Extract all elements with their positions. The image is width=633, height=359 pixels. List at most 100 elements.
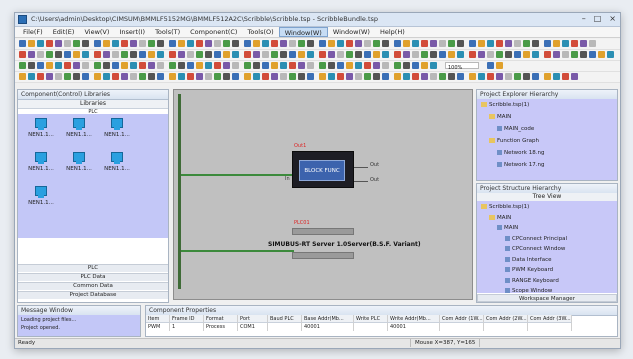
toolbar-button-icon[interactable] xyxy=(214,40,221,47)
toolbar-button-icon[interactable] xyxy=(232,62,239,69)
toolbar-button-icon[interactable] xyxy=(373,73,380,80)
toolbar-button-icon[interactable] xyxy=(496,73,503,80)
toolbar-button-icon[interactable] xyxy=(346,73,353,80)
toolbar-button-icon[interactable] xyxy=(496,40,503,47)
toolbar-button-icon[interactable] xyxy=(178,51,185,58)
toolbar-button-icon[interactable] xyxy=(55,73,62,80)
toolbar-button-icon[interactable] xyxy=(487,62,494,69)
toolbar-button-icon[interactable] xyxy=(373,62,380,69)
toolbar-button-icon[interactable] xyxy=(196,73,203,80)
component-item[interactable]: NEN1.1... xyxy=(24,118,58,138)
toolbar-button-icon[interactable] xyxy=(148,51,155,58)
toolbar-button-icon[interactable] xyxy=(271,62,278,69)
toolbar-button-icon[interactable] xyxy=(487,51,494,58)
toolbar-button-icon[interactable] xyxy=(355,40,362,47)
component-item[interactable]: NEN1.1... xyxy=(24,186,58,206)
toolbar-button-icon[interactable] xyxy=(373,40,380,47)
function-block[interactable]: BLOCK FUNC xyxy=(292,151,354,188)
toolbar-button-icon[interactable] xyxy=(469,73,476,80)
toolbar-button-icon[interactable] xyxy=(244,40,251,47)
component-item[interactable]: NEN1.1... xyxy=(100,152,134,172)
toolbar-button-icon[interactable] xyxy=(532,40,539,47)
toolbar-button-icon[interactable] xyxy=(412,40,419,47)
toolbar-button-icon[interactable] xyxy=(28,51,35,58)
menu-item[interactable]: Window(W) xyxy=(278,27,328,37)
column-header[interactable]: Format xyxy=(204,315,238,323)
toolbar-button-icon[interactable] xyxy=(169,73,176,80)
toolbar-button-icon[interactable] xyxy=(544,73,551,80)
toolbar-button-icon[interactable] xyxy=(298,62,305,69)
toolbar-button-icon[interactable] xyxy=(112,51,119,58)
toolbar-button-icon[interactable] xyxy=(196,51,203,58)
menu-item[interactable]: Window(W) xyxy=(328,27,375,37)
toolbar-button-icon[interactable] xyxy=(103,62,110,69)
toolbar-button-icon[interactable] xyxy=(328,73,335,80)
toolbar-button-icon[interactable] xyxy=(394,73,401,80)
column-header[interactable]: Com Addr (1W... xyxy=(440,315,484,323)
toolbar-button-icon[interactable] xyxy=(253,40,260,47)
toolbar-button-icon[interactable] xyxy=(64,62,71,69)
toolbar-button-icon[interactable] xyxy=(205,73,212,80)
tree-item[interactable]: Scribble.tsp(1) xyxy=(481,102,529,108)
toolbar-button-icon[interactable] xyxy=(412,51,419,58)
toolbar-button-icon[interactable] xyxy=(280,62,287,69)
toolbar-button-icon[interactable] xyxy=(232,51,239,58)
toolbar-button-icon[interactable] xyxy=(532,73,539,80)
toolbar-button-icon[interactable] xyxy=(580,40,587,47)
table-cell[interactable] xyxy=(354,323,388,331)
toolbar-button-icon[interactable] xyxy=(94,40,101,47)
toolbar-button-icon[interactable] xyxy=(307,51,314,58)
toolbar-button-icon[interactable] xyxy=(364,73,371,80)
table-cell[interactable]: PWM xyxy=(146,323,170,331)
toolbar-button-icon[interactable] xyxy=(280,40,287,47)
toolbar-button-icon[interactable] xyxy=(430,51,437,58)
toolbar-button-icon[interactable] xyxy=(187,62,194,69)
toolbar-button-icon[interactable] xyxy=(223,40,230,47)
menu-item[interactable]: Tools(T) xyxy=(150,27,185,37)
toolbar-button-icon[interactable] xyxy=(130,40,137,47)
toolbar-button-icon[interactable] xyxy=(130,73,137,80)
toolbar-button-icon[interactable] xyxy=(94,73,101,80)
toolbar-button-icon[interactable] xyxy=(562,73,569,80)
toolbar-button-icon[interactable] xyxy=(307,62,314,69)
column-header[interactable]: Com Addr (3W... xyxy=(528,315,572,323)
tree-item[interactable]: Data Interface xyxy=(505,256,552,263)
toolbar-button-icon[interactable] xyxy=(514,73,521,80)
toolbar-button-icon[interactable] xyxy=(328,40,335,47)
toolbar-button-icon[interactable] xyxy=(337,73,344,80)
toolbar-button-icon[interactable] xyxy=(223,73,230,80)
toolbar-button-icon[interactable] xyxy=(496,51,503,58)
toolbar-button-icon[interactable] xyxy=(205,62,212,69)
toolbar-button-icon[interactable] xyxy=(553,73,560,80)
toolbar-button-icon[interactable] xyxy=(328,51,335,58)
toolbar-button-icon[interactable] xyxy=(355,73,362,80)
toolbar-button-icon[interactable] xyxy=(94,51,101,58)
toolbar-button-icon[interactable] xyxy=(421,51,428,58)
toolbar-button-icon[interactable] xyxy=(262,62,269,69)
toolbar-button-icon[interactable] xyxy=(421,40,428,47)
table-cell[interactable] xyxy=(268,323,302,331)
toolbar-button-icon[interactable] xyxy=(46,73,53,80)
minimize-icon[interactable]: – xyxy=(582,14,586,23)
toolbar-button-icon[interactable] xyxy=(382,62,389,69)
toolbar-button-icon[interactable] xyxy=(562,51,569,58)
toolbar-button-icon[interactable] xyxy=(103,73,110,80)
toolbar-button-icon[interactable] xyxy=(403,62,410,69)
toolbar-button-icon[interactable] xyxy=(121,51,128,58)
toolbar-button-icon[interactable] xyxy=(394,51,401,58)
toolbar-button-icon[interactable] xyxy=(139,73,146,80)
toolbar-button-icon[interactable] xyxy=(421,62,428,69)
toolbar-button-icon[interactable] xyxy=(562,40,569,47)
toolbar-button-icon[interactable] xyxy=(469,51,476,58)
toolbar-button-icon[interactable] xyxy=(157,73,164,80)
toolbar-button-icon[interactable] xyxy=(55,62,62,69)
toolbar-button-icon[interactable] xyxy=(196,40,203,47)
toolbar-button-icon[interactable] xyxy=(598,51,605,58)
toolbar-button-icon[interactable] xyxy=(262,51,269,58)
toolbar-button-icon[interactable] xyxy=(46,40,53,47)
toolbar-button-icon[interactable] xyxy=(298,40,305,47)
toolbar-button-icon[interactable] xyxy=(487,73,494,80)
toolbar-button-icon[interactable] xyxy=(514,51,521,58)
toolbar-button-icon[interactable] xyxy=(253,73,260,80)
toolbar-button-icon[interactable] xyxy=(169,51,176,58)
